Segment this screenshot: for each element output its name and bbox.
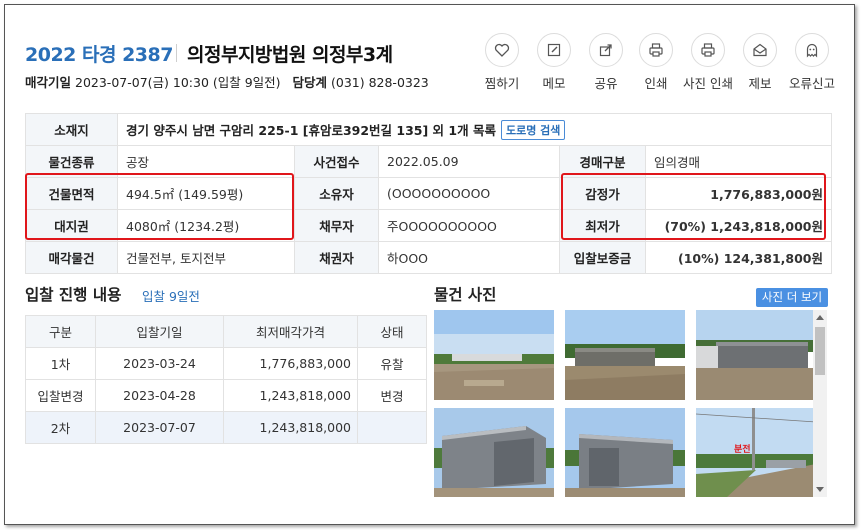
owner-value: (OOOOOOOOOO [378,177,560,210]
photo-annotation: 분전 [734,445,751,455]
sale-item-value: 건물전부, 토지전부 [117,241,295,274]
table-row: 2차 2023-07-07 1,243,818,000 [25,411,427,444]
debtor-label: 채무자 [294,209,379,242]
price-cell: 1,243,818,000 [223,379,358,412]
more-photos-button[interactable]: 사진 더 보기 [756,288,828,307]
memo-button[interactable]: 메모 [529,33,579,92]
status-cell: 변경 [357,379,427,412]
memo-label: 메모 [542,76,566,91]
gallery-scrollbar[interactable] [813,310,827,497]
print-label: 인쇄 [644,76,668,91]
property-photo[interactable] [434,408,554,497]
bidding-countdown: 입찰 9일전 [142,289,200,304]
envelope-icon [753,43,767,57]
road-search-button[interactable]: 도로명 검색 [500,119,566,140]
round-cell: 입찰변경 [25,379,96,412]
location-value: 경기 양주시 남면 구암리 225-1 [휴암로392번길 135] 외 1개 … [126,122,496,138]
photo-print-button[interactable]: 사진 인쇄 [683,33,733,92]
location-cell: 경기 양주시 남면 구암리 225-1 [휴암로392번길 135] 외 1개 … [117,113,832,146]
date-cell: 2023-04-28 [95,379,224,412]
share-button[interactable]: 공유 [581,33,631,92]
col-header-status: 상태 [357,315,427,348]
date-cell: 2023-03-24 [95,347,224,380]
error-report-label: 오류신고 [788,76,835,91]
print-button[interactable]: 인쇄 [631,33,681,92]
property-photo[interactable] [696,310,816,400]
scrollbar-thumb[interactable] [815,327,825,375]
debtor-value: 주OOOOOOOOOO [378,209,560,242]
sale-date-value: 2023-07-07(금) 10:30 (입찰 9일전) [75,75,281,90]
date-cell: 2023-07-07 [95,411,224,444]
location-label: 소재지 [25,113,118,146]
status-cell: 유찰 [357,347,427,380]
sale-date-label: 매각기일 [25,75,72,90]
printer-icon [701,43,715,57]
price-cell: 1,243,818,000 [223,411,358,444]
ghost-icon [806,43,818,58]
case-number: 2022 타경 2387 [25,44,173,66]
col-header-date: 입찰기일 [95,315,224,348]
creditor-label: 채권자 [294,241,379,274]
property-photo[interactable] [434,310,554,400]
filed-label: 사건접수 [294,145,379,178]
pencil-icon [547,43,561,57]
sale-item-label: 매각물건 [25,241,118,274]
scroll-up-arrow-icon[interactable] [813,310,827,324]
photo-print-label: 사진 인쇄 [683,76,733,91]
report-button[interactable]: 제보 [735,33,785,92]
title-divider [176,44,177,62]
round-cell: 1차 [25,347,96,380]
status-cell [357,411,427,444]
share-label: 공유 [594,76,618,91]
price-highlight-box [561,173,826,240]
round-cell: 2차 [25,411,96,444]
court-name: 의정부지방법원 의정부3계 [187,44,393,66]
bidding-table: 구분 입찰기일 최저매각가격 상태 1차 2023-03-24 1,776,88… [25,315,427,444]
area-highlight-box [25,173,294,240]
property-photo[interactable] [565,310,685,400]
deposit-value: (10%) 124,381,800원 [645,241,832,274]
share-icon [599,44,612,57]
price-cell: 1,776,883,000 [223,347,358,380]
favorite-button[interactable]: 찜하기 [477,33,527,92]
creditor-value: 하OOO [378,241,560,274]
owner-label: 소유자 [294,177,379,210]
dept-label: 담당계 [292,75,327,90]
scroll-down-arrow-icon[interactable] [813,483,827,497]
bidding-section-title: 입찰 진행 내용 [25,286,122,304]
table-row: 1차 2023-03-24 1,776,883,000 유찰 [25,347,427,380]
action-toolbar: 찜하기 메모 공유 인쇄 사진 인쇄 제보 오류신고 [475,33,853,93]
col-header-round: 구분 [25,315,96,348]
dept-phone: (031) 828-0323 [330,75,429,90]
heart-icon [494,43,510,57]
sale-info-line: 매각기일 2023-07-07(금) 10:30 (입찰 9일전) 담당계 (0… [25,72,429,91]
table-row: 입찰변경 2023-04-28 1,243,818,000 변경 [25,379,427,412]
property-photo[interactable]: 분전 [696,408,816,497]
photo-gallery: 분전 [434,310,827,497]
favorite-label: 찜하기 [484,76,520,91]
error-report-button[interactable]: 오류신고 [787,33,837,92]
col-header-price: 최저매각가격 [223,315,358,348]
filed-value: 2022.05.09 [378,145,560,178]
report-label: 제보 [748,76,772,91]
printer-icon [649,43,663,57]
photos-section-title: 물건 사진 [434,286,497,304]
auction-detail-panel: 2022 타경 2387 의정부지방법원 의정부3계 매각기일 2023-07-… [4,4,855,525]
deposit-label: 입찰보증금 [559,241,646,274]
property-photo[interactable] [565,408,685,497]
